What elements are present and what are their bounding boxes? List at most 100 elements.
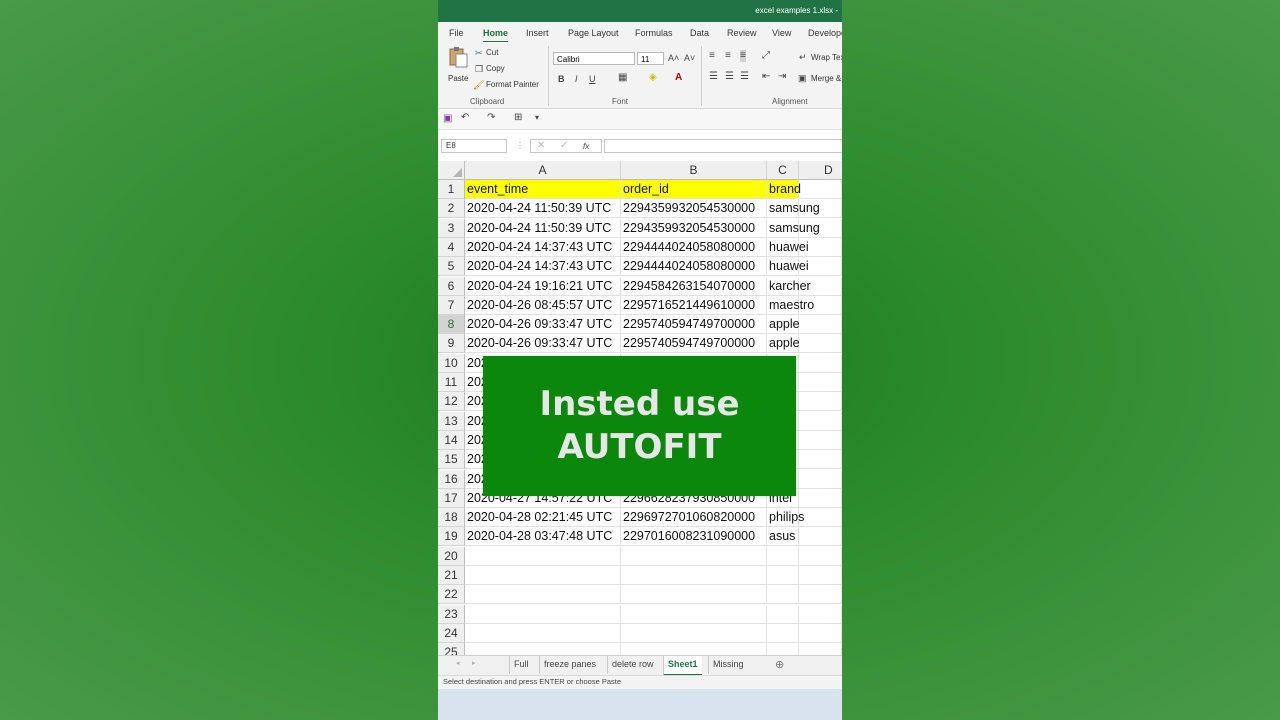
- cell-D12[interactable]: [799, 392, 842, 412]
- cell-D18[interactable]: [799, 508, 842, 528]
- paste-button[interactable]: Paste: [446, 46, 470, 88]
- cell-D16[interactable]: [799, 469, 842, 489]
- row-header[interactable]: 1: [438, 180, 465, 199]
- enter-icon[interactable]: ✓: [560, 140, 568, 152]
- row-header[interactable]: 15: [438, 450, 465, 470]
- cell-B24[interactable]: [621, 623, 767, 643]
- cell-C22[interactable]: [767, 585, 799, 605]
- cell-C25[interactable]: [767, 643, 799, 655]
- cell-D4[interactable]: [799, 237, 842, 257]
- bold-button[interactable]: B: [558, 73, 565, 85]
- cell-B21[interactable]: [621, 566, 767, 585]
- column-header-c[interactable]: C: [767, 161, 799, 180]
- cell-D14[interactable]: [799, 430, 842, 450]
- cell-C2[interactable]: samsung: [767, 199, 820, 219]
- cell-A6[interactable]: 2020-04-24 19:16:21 UTC: [465, 276, 621, 296]
- cell-D13[interactable]: [799, 411, 842, 431]
- cell-A21[interactable]: [465, 566, 621, 585]
- cell-A19[interactable]: 2020-04-28 03:47:48 UTC: [465, 527, 621, 547]
- format-painter-button[interactable]: Format Painter: [486, 80, 539, 89]
- cell-A8[interactable]: 2020-04-26 09:33:47 UTC: [465, 315, 621, 335]
- cell-A22[interactable]: [465, 585, 621, 605]
- cell-A7[interactable]: 2020-04-26 08:45:57 UTC: [465, 295, 621, 315]
- tab-developer[interactable]: Develope: [808, 28, 842, 38]
- cell-A9[interactable]: 2020-04-26 09:33:47 UTC: [465, 334, 621, 354]
- row-header[interactable]: 10: [438, 353, 465, 373]
- cell-C9[interactable]: apple: [767, 334, 800, 354]
- merge-center-button[interactable]: Merge &: [811, 74, 841, 83]
- cell-D5[interactable]: [799, 257, 842, 277]
- cell-B3[interactable]: 2294359932054530000: [621, 218, 767, 238]
- align-left-icon[interactable]: ☰: [709, 71, 718, 83]
- cell-D7[interactable]: [799, 295, 842, 315]
- cell-D6[interactable]: [799, 276, 842, 296]
- fill-color-icon[interactable]: ◈: [649, 72, 657, 84]
- cell-D21[interactable]: [799, 566, 842, 585]
- cell-B6[interactable]: 2294584263154070000: [621, 276, 767, 296]
- decrease-indent-icon[interactable]: ⇤: [762, 71, 770, 83]
- cell-B9[interactable]: 2295740594749700000: [621, 334, 767, 354]
- row-header[interactable]: 23: [438, 604, 465, 624]
- cell-A4[interactable]: 2020-04-24 14:37:43 UTC: [465, 237, 621, 257]
- cell-D20[interactable]: [799, 546, 842, 566]
- form-icon[interactable]: ⊞: [514, 112, 522, 124]
- column-header-d[interactable]: D: [799, 161, 842, 180]
- cell-C24[interactable]: [767, 623, 799, 643]
- row-header[interactable]: 16: [438, 469, 465, 489]
- row-header[interactable]: 7: [438, 295, 465, 315]
- tab-view[interactable]: View: [772, 28, 791, 38]
- cell-A1[interactable]: event_time: [465, 180, 621, 199]
- cell-C8[interactable]: apple: [767, 315, 800, 335]
- italic-button[interactable]: I: [575, 73, 578, 85]
- cancel-icon[interactable]: ✕: [537, 140, 545, 152]
- increase-indent-icon[interactable]: ⇥: [778, 71, 786, 83]
- row-header[interactable]: 19: [438, 527, 465, 547]
- formula-input[interactable]: [604, 139, 842, 153]
- orientation-icon[interactable]: ⤢: [762, 50, 770, 62]
- cell-A24[interactable]: [465, 623, 621, 643]
- align-top-icon[interactable]: ≡: [709, 50, 715, 62]
- scroll-left-icon[interactable]: ◂: [456, 658, 460, 670]
- insert-function-icon[interactable]: fx: [583, 141, 589, 153]
- add-sheet-icon[interactable]: ⊕: [775, 659, 784, 671]
- cell-C4[interactable]: huawei: [767, 237, 809, 257]
- align-middle-icon[interactable]: ≡: [725, 50, 731, 62]
- sheet-tab-missing[interactable]: Missing: [708, 656, 748, 674]
- cell-C18[interactable]: philips: [767, 508, 804, 528]
- cell-D9[interactable]: [799, 334, 842, 354]
- cell-C3[interactable]: samsung: [767, 218, 820, 238]
- cell-D8[interactable]: [799, 315, 842, 335]
- tab-review[interactable]: Review: [727, 28, 757, 38]
- grow-font-icon[interactable]: A˄: [668, 52, 679, 64]
- cell-D22[interactable]: [799, 585, 842, 605]
- column-header-a[interactable]: A: [465, 161, 621, 180]
- font-name-select[interactable]: Calibri: [553, 52, 635, 65]
- customize-qat-icon[interactable]: ▾: [535, 112, 539, 124]
- cell-A5[interactable]: 2020-04-24 14:37:43 UTC: [465, 257, 621, 277]
- cell-D17[interactable]: [799, 488, 842, 508]
- cell-C23[interactable]: [767, 604, 799, 624]
- align-center-icon[interactable]: ☰: [725, 71, 734, 83]
- scroll-right-icon[interactable]: ▸: [472, 658, 476, 670]
- cell-B2[interactable]: 2294359932054530000: [621, 199, 767, 219]
- tab-data[interactable]: Data: [690, 28, 709, 38]
- cell-D3[interactable]: [799, 218, 842, 238]
- cell-C1[interactable]: brand: [767, 180, 801, 199]
- align-right-icon[interactable]: ☰: [740, 71, 749, 83]
- row-header[interactable]: 12: [438, 392, 465, 412]
- row-header[interactable]: 4: [438, 237, 465, 257]
- row-header[interactable]: 22: [438, 585, 465, 605]
- cell-B8[interactable]: 2295740594749700000: [621, 315, 767, 335]
- cell-C7[interactable]: maestro: [767, 295, 814, 315]
- cell-A23[interactable]: [465, 604, 621, 624]
- cell-D24[interactable]: [799, 623, 842, 643]
- cell-A2[interactable]: 2020-04-24 11:50:39 UTC: [465, 199, 621, 219]
- name-box[interactable]: E8: [441, 139, 507, 153]
- cell-D10[interactable]: [799, 353, 842, 373]
- cell-B19[interactable]: 2297016008231090000: [621, 527, 767, 547]
- cell-B22[interactable]: [621, 585, 767, 605]
- column-header-b[interactable]: B: [621, 161, 767, 180]
- borders-icon[interactable]: ▦: [618, 72, 627, 84]
- row-header[interactable]: 13: [438, 411, 465, 431]
- cell-B7[interactable]: 2295716521449610000: [621, 295, 767, 315]
